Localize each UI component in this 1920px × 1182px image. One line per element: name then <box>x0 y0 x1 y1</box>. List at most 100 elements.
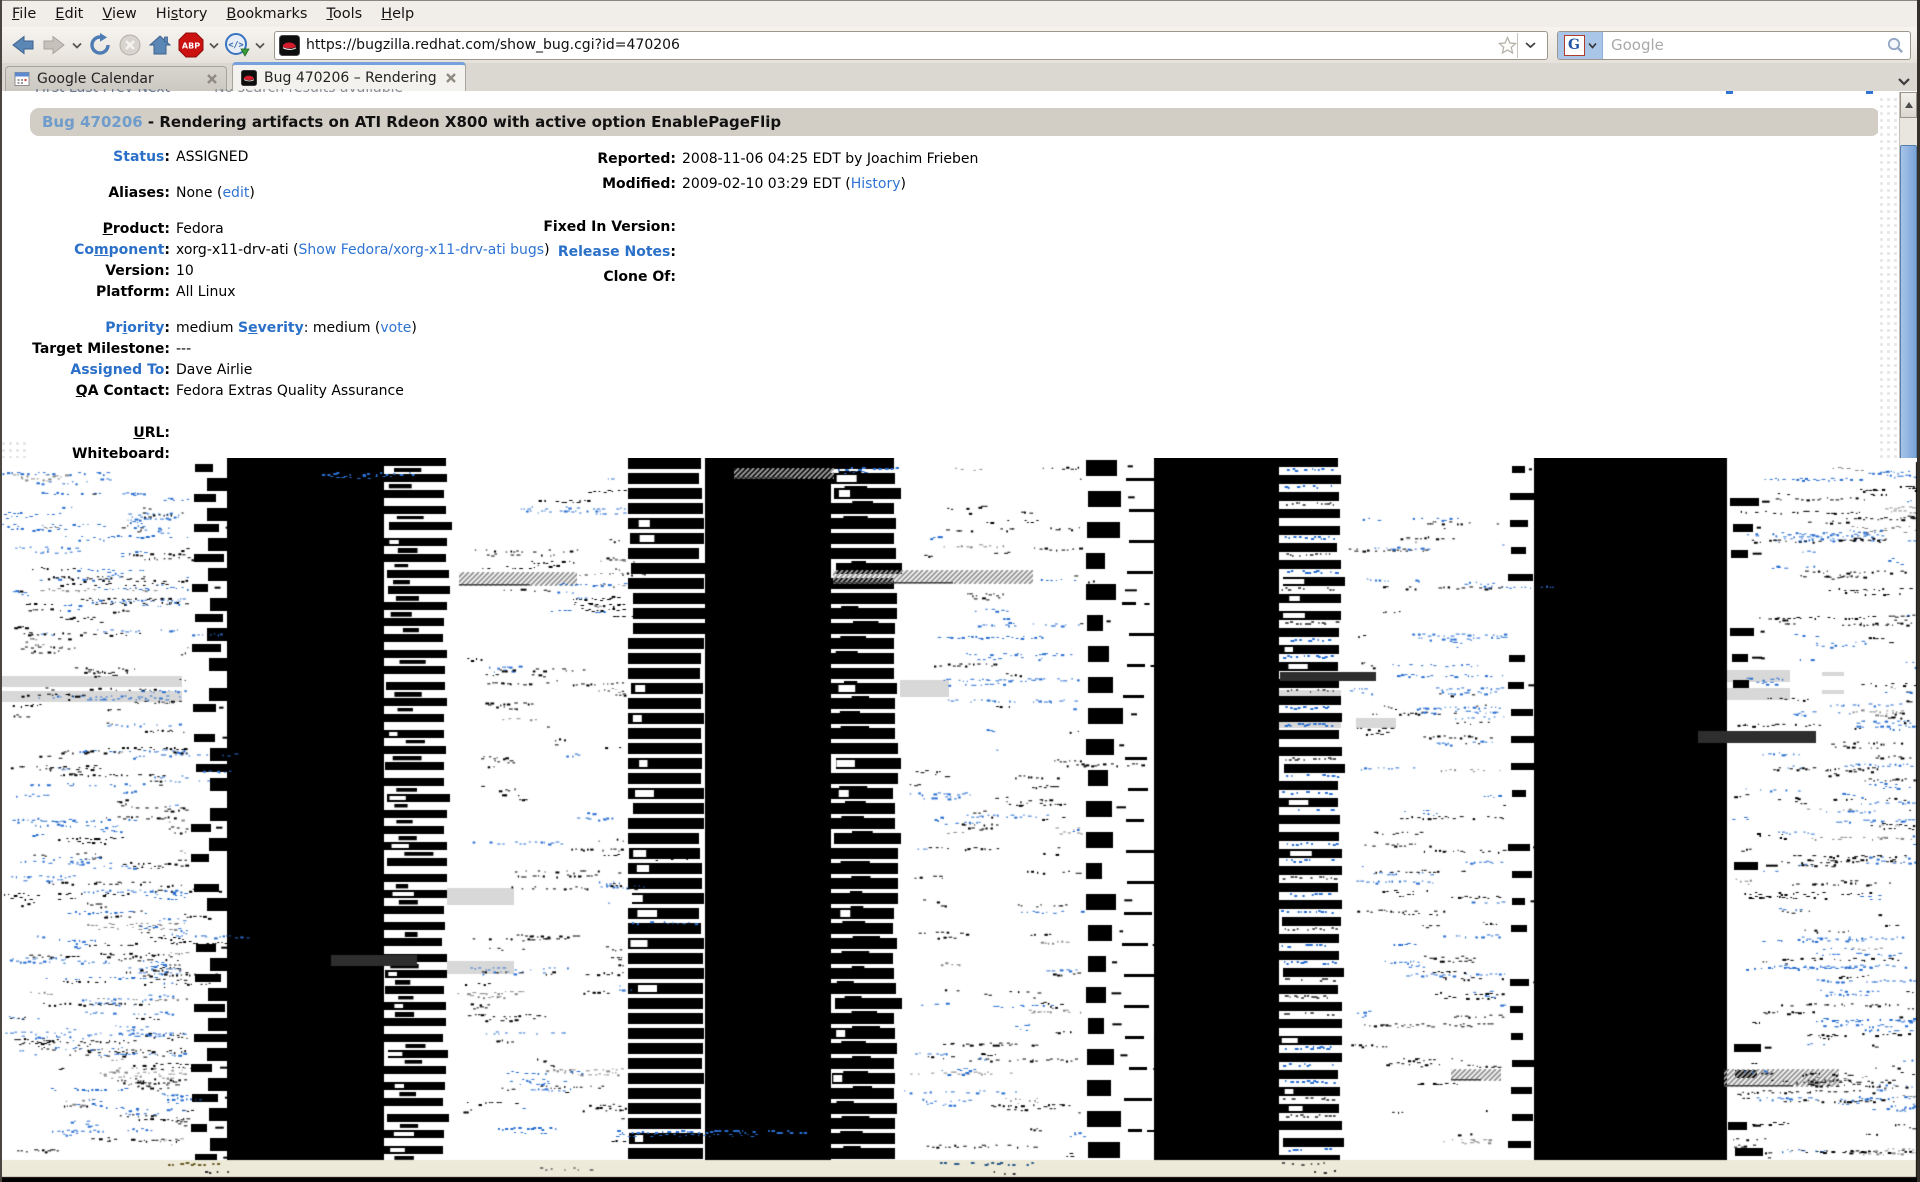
nav-links-clipped[interactable]: First Last Prev Next <box>35 89 170 96</box>
field-text: Fedora Extras Quality Assurance <box>176 383 404 399</box>
field-label[interactable]: Severity <box>238 320 304 336</box>
forward-button[interactable] <box>41 30 67 60</box>
bug-title-bar: Bug 470206 - Rendering artifacts on ATI … <box>30 108 1880 136</box>
redhat-favicon-icon <box>241 70 257 86</box>
field-label[interactable]: Release Notes: <box>440 240 676 265</box>
field-row: Assigned To: Dave Airlie <box>30 360 550 381</box>
nav-status-clipped: No search results available <box>214 89 403 96</box>
field-value: Dave Airlie <box>176 362 252 378</box>
field-label: Version: <box>30 261 170 282</box>
field-value: ASSIGNED <box>176 149 248 165</box>
field-label: Platform: <box>30 282 170 303</box>
site-favicon-redhat-icon <box>279 35 300 56</box>
bug-title-sep: - <box>143 113 160 131</box>
field-value: None (edit) <box>176 185 255 201</box>
navigation-toolbar: ABP </> <box>2 27 1917 64</box>
field-text: Dave Airlie <box>176 362 252 378</box>
url-input[interactable] <box>300 37 1498 53</box>
menu-edit[interactable]: Edit <box>52 4 86 24</box>
menu-bookmarks[interactable]: Bookmarks <box>223 4 310 24</box>
field-text: 10 <box>176 263 194 279</box>
scrollbar-thumb[interactable] <box>1900 145 1917 462</box>
scrollbar-up-button[interactable] <box>1900 92 1917 118</box>
menu-bar: File Edit View History Bookmarks Tools Help <box>2 1 1917 27</box>
tab-close-icon[interactable] <box>206 73 218 85</box>
developer-menu-chevron-icon[interactable] <box>255 42 265 49</box>
field-label: Aliases: <box>30 183 170 204</box>
menu-help[interactable]: Help <box>378 4 417 24</box>
adblock-menu-chevron-icon[interactable] <box>209 42 219 49</box>
field-text: Fedora <box>176 221 224 237</box>
inline-link[interactable]: vote <box>380 320 411 336</box>
tab-label: Bug 470206 – Rendering arti... <box>264 70 438 86</box>
search-magnifier-icon[interactable] <box>1886 36 1910 54</box>
field-label[interactable]: Component: <box>30 240 170 261</box>
svg-text:ABP: ABP <box>182 42 200 51</box>
field-row: Target Milestone:--- <box>30 339 550 360</box>
field-text: ) <box>901 176 906 192</box>
search-input[interactable] <box>1603 36 1886 54</box>
tab-google-calendar[interactable]: Google Calendar <box>5 66 227 91</box>
field-label: Reported: <box>440 147 676 172</box>
field-value: 10 <box>176 263 194 279</box>
home-button[interactable] <box>147 30 173 60</box>
field-text: 2008-11-06 04:25 EDT by Joachim Frieben <box>682 151 978 167</box>
list-all-tabs-chevron-icon[interactable] <box>1897 71 1911 90</box>
menu-view[interactable]: View <box>99 4 139 24</box>
url-dropdown-chevron-icon[interactable] <box>1517 33 1543 58</box>
field-text: xorg-x11-drv-ati ( <box>176 242 299 258</box>
url-bar[interactable] <box>274 31 1548 60</box>
field-text: ) <box>411 320 416 336</box>
field-text: All Linux <box>176 284 236 300</box>
tab-close-icon[interactable] <box>445 72 457 84</box>
search-box[interactable]: G <box>1557 31 1911 60</box>
bookmark-star-icon[interactable] <box>1498 36 1517 55</box>
field-label[interactable]: Priority: <box>30 318 170 339</box>
menu-history[interactable]: History <box>153 4 211 24</box>
field-label: QA Contact: <box>30 381 170 402</box>
field-text: ) <box>249 185 254 201</box>
window-border-top <box>0 0 1920 1</box>
dotted-artifact-patch <box>0 440 26 460</box>
search-engine-button[interactable]: G <box>1558 32 1603 59</box>
field-text: : medium ( <box>304 320 381 336</box>
field-text: ASSIGNED <box>176 149 248 165</box>
field-row: Reported: 2008-11-06 04:25 EDT by Joachim… <box>440 147 978 172</box>
inline-link[interactable]: History <box>851 176 901 192</box>
bug-title-text: Rendering artifacts on ATI Rdeon X800 wi… <box>159 113 781 131</box>
field-row: Fixed In Version: <box>440 215 978 240</box>
corrupted-render-region <box>0 458 1920 1182</box>
field-text: None ( <box>176 185 222 201</box>
field-value: 2009-02-10 03:29 EDT (History) <box>682 176 906 192</box>
tab-bar: Google Calendar Bug 470206 – Rendering a… <box>2 63 1917 92</box>
web-developer-icon[interactable]: </> <box>224 30 250 60</box>
field-value: Fedora Extras Quality Assurance <box>176 383 404 399</box>
back-history-chevron-icon[interactable] <box>72 42 82 49</box>
google-logo-icon: G <box>1564 35 1585 56</box>
field-label[interactable]: Status: <box>30 147 170 168</box>
field-text: medium <box>176 320 238 336</box>
bug-id-link[interactable]: Bug 470206 <box>42 113 143 131</box>
field-label: Product: <box>30 219 170 240</box>
field-text: 2009-02-10 03:29 EDT ( <box>682 176 851 192</box>
calendar-icon <box>14 71 30 87</box>
inline-link[interactable]: edit <box>222 185 249 201</box>
reload-button[interactable] <box>87 30 113 60</box>
bug-fields-right-column: Reported: 2008-11-06 04:25 EDT by Joachim… <box>440 147 978 290</box>
stop-button[interactable] <box>118 30 142 60</box>
field-label[interactable]: Assigned To: <box>30 360 170 381</box>
field-row: Release Notes: <box>440 240 978 265</box>
field-label: Clone Of: <box>440 265 676 290</box>
menu-file[interactable]: File <box>9 4 39 24</box>
tab-bug-470206[interactable]: Bug 470206 – Rendering arti... <box>232 62 466 91</box>
adblock-plus-icon[interactable]: ABP <box>178 30 204 60</box>
field-value: All Linux <box>176 284 236 300</box>
up-arrow-icon <box>1905 102 1913 108</box>
window-border-left <box>0 0 2 1182</box>
clipped-link-fragment <box>1866 91 1873 94</box>
search-engine-chevron-icon <box>1588 42 1597 49</box>
back-button[interactable] <box>10 30 36 60</box>
menu-tools[interactable]: Tools <box>323 4 365 24</box>
field-value: Fedora <box>176 221 224 237</box>
field-value: --- <box>176 341 191 357</box>
